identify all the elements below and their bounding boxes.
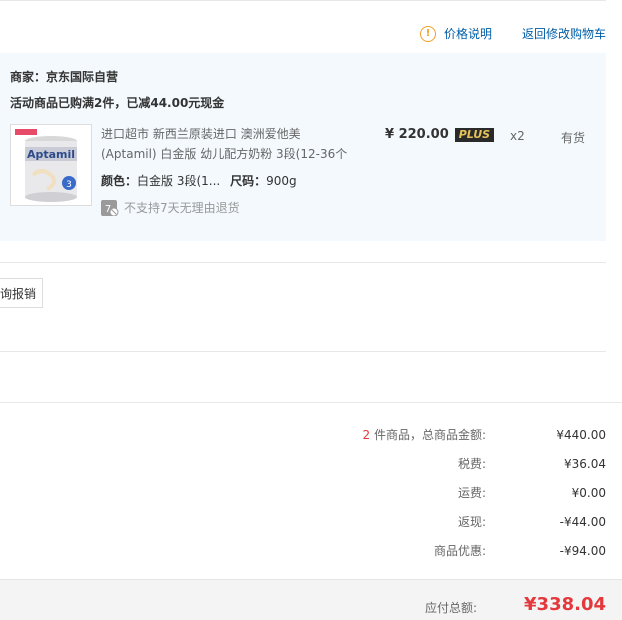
total-value: ¥338.04: [524, 594, 606, 615]
summary-shipping: 运费: ¥0.00: [458, 483, 606, 503]
item-count: 2: [362, 428, 371, 442]
info-icon: !: [419, 25, 436, 42]
shipping-label: 运费:: [457, 486, 486, 500]
shop-section: 商家：京东国际自营 活动商品已购满2件，已减44.00元现金 Aptamil 3…: [0, 53, 606, 241]
divider: [0, 262, 606, 263]
discount-label: 商品优惠:: [433, 544, 486, 558]
plus-badge: PLUS: [454, 127, 495, 142]
summary-discount: 商品优惠: -¥94.00: [434, 541, 606, 561]
size-value: 900g: [266, 174, 297, 188]
merchant-name: 商家：京东国际自营: [10, 70, 119, 84]
cashback-value: -¥44.00: [559, 515, 606, 529]
product-attributes: 颜色：白金版 3段(1... 尺码：900g: [101, 172, 297, 189]
summary-cashback: 返现: -¥44.00: [458, 512, 606, 532]
svg-text:Aptamil: Aptamil: [27, 148, 75, 161]
product-thumbnail[interactable]: Aptamil 3: [10, 124, 92, 206]
price-value: ¥ 220.00: [385, 127, 449, 142]
stock-status: 有货: [561, 131, 586, 145]
total-label: 应付总额:: [424, 601, 477, 615]
summary-total-goods: 2 件商品，总商品金额: ¥440.00: [363, 425, 607, 445]
total-bar: 应付总额: ¥338.04: [0, 579, 622, 620]
quantity: x2: [510, 129, 525, 143]
shipping-value: ¥0.00: [571, 486, 606, 500]
total-goods-label: 件商品，总商品金额:: [370, 428, 486, 442]
divider: [0, 351, 606, 352]
product-name[interactable]: 进口超市 新西兰原装进口 澳洲爱他美(Aptamil) 白金版 幼儿配方奶粉 3…: [101, 124, 351, 164]
summary-tax: 税费: ¥36.04: [458, 454, 606, 474]
total-goods-value: ¥440.00: [556, 428, 606, 442]
no-return-notice: 7 不支持7天无理由退货: [101, 199, 240, 216]
promo-text: 活动商品已购满2件，已减44.00元现金: [10, 96, 225, 110]
cashback-label: 返现:: [457, 515, 486, 529]
back-to-cart-link[interactable]: 返回修改购物车: [522, 25, 606, 42]
divider: [0, 402, 622, 403]
color-value: 白金版 3段(1...: [137, 174, 221, 188]
no-return-text: 不支持7天无理由退货: [124, 201, 240, 215]
tax-value: ¥36.04: [564, 457, 606, 471]
price-info-link[interactable]: 价格说明: [444, 25, 492, 42]
color-label: 颜色：: [101, 174, 138, 188]
header-links: ! 价格说明 返回修改购物车: [419, 25, 606, 42]
no-return-icon: 7: [101, 199, 119, 216]
discount-value: -¥94.00: [559, 544, 606, 558]
unit-price: ¥ 220.00 PLUS: [385, 127, 495, 142]
svg-text:3: 3: [66, 180, 72, 190]
invoice-button[interactable]: 询报销: [0, 278, 43, 308]
top-divider: [0, 0, 606, 1]
size-label: 尺码：: [230, 174, 267, 188]
tax-label: 税费:: [457, 457, 486, 471]
